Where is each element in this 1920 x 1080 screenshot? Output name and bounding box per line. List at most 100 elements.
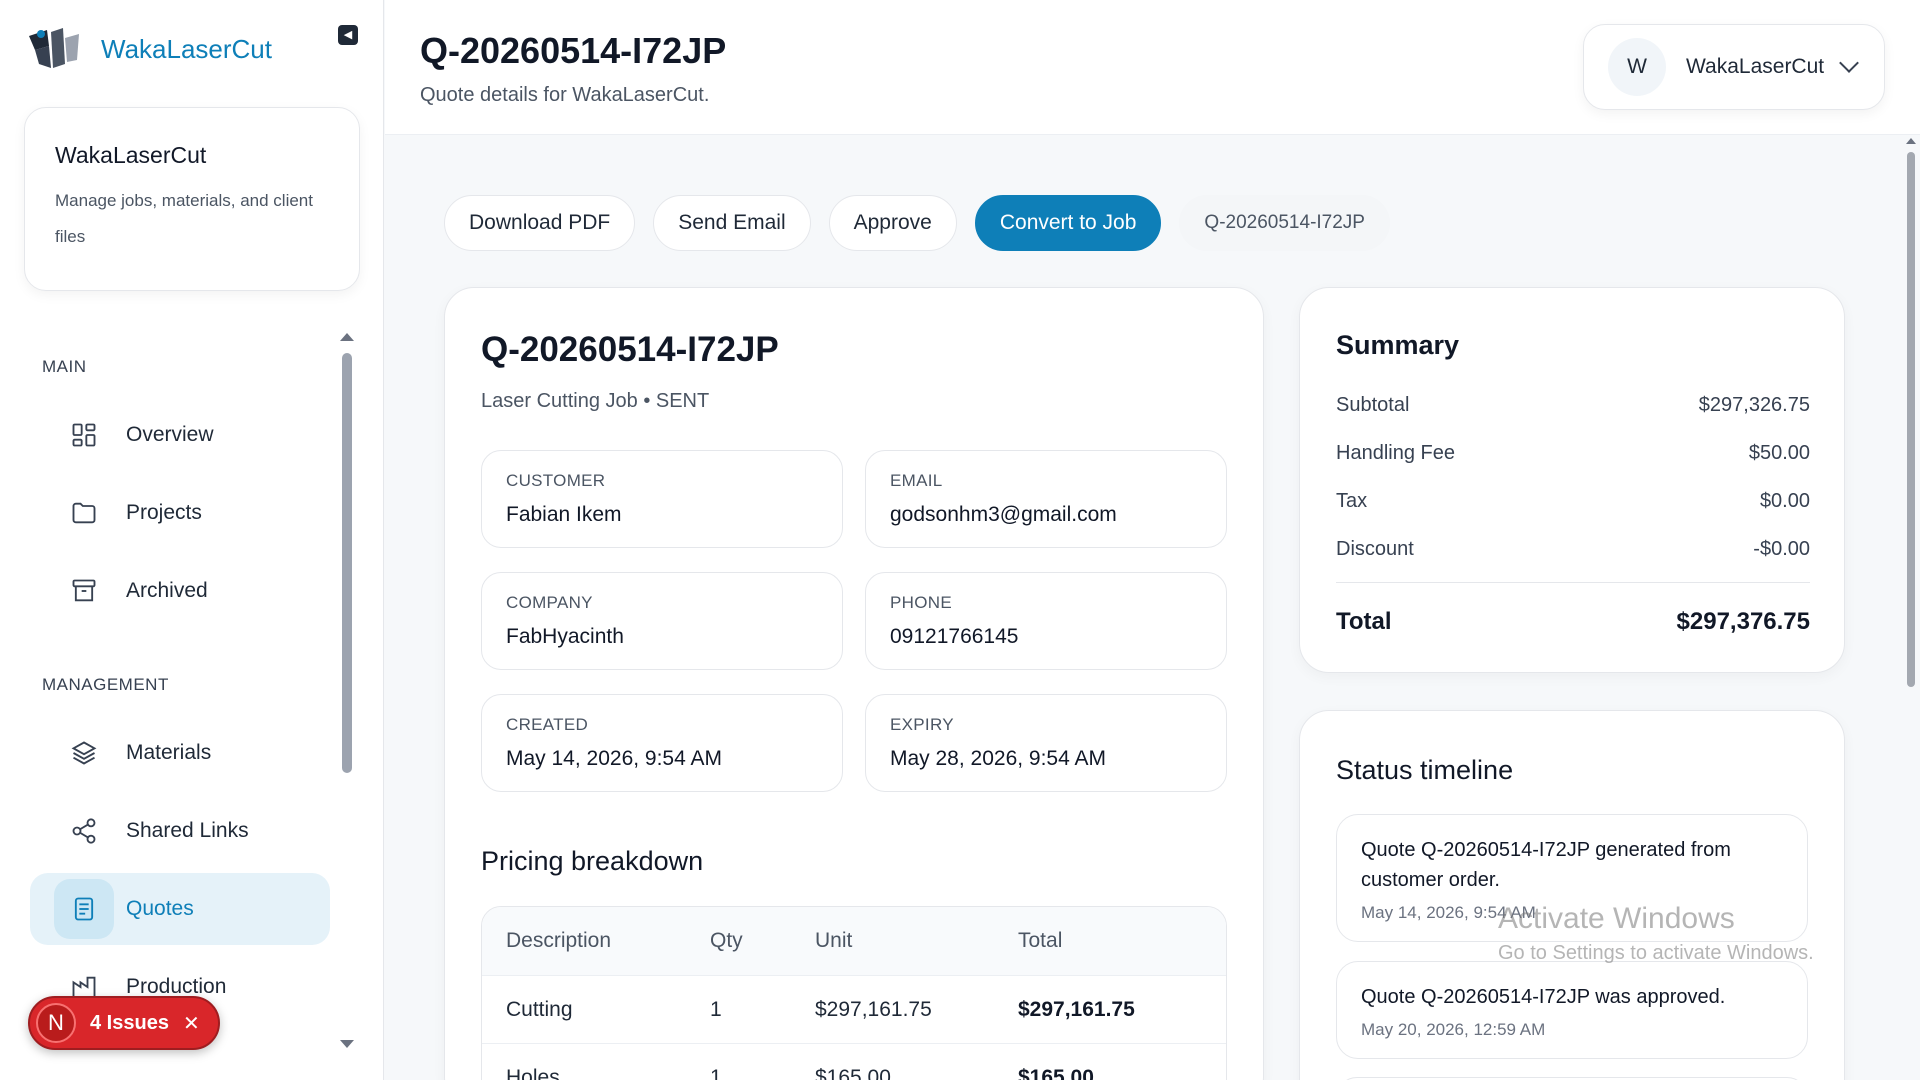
summary-value: -$0.00: [1753, 538, 1810, 560]
field-value: May 14, 2026, 9:54 AM: [506, 747, 722, 770]
email-field: EMAIL godsonhm3@gmail.com: [865, 450, 1227, 548]
chevron-down-icon: [1839, 53, 1860, 73]
pricing-title: Pricing breakdown: [481, 846, 704, 876]
layers-icon: [54, 723, 114, 783]
close-icon[interactable]: ✕: [183, 1011, 200, 1036]
table-cell: $165.00: [1018, 1065, 1094, 1080]
expiry-field: EXPIRY May 28, 2026, 9:54 AM: [865, 694, 1227, 792]
table-row: Cutting 1 $297,161.75 $297,161.75: [482, 975, 1226, 1043]
table-cell: Holes: [506, 1065, 560, 1080]
summary-label: Discount: [1336, 538, 1414, 560]
user-name: WakaLaserCut: [1686, 55, 1825, 78]
status-timeline-card: Status timeline Quote Q-20260514-I72JP g…: [1299, 710, 1845, 1080]
brand[interactable]: WakaLaserCut: [25, 24, 272, 74]
sidebar-item-label: Archived: [126, 579, 208, 602]
archive-icon: [54, 561, 114, 621]
field-value: 09121766145: [890, 625, 1019, 648]
sidebar-scroll-up-icon[interactable]: [340, 333, 354, 341]
issues-count: 4 Issues: [90, 1011, 169, 1034]
total-label: Total: [1336, 608, 1392, 635]
share-icon: [54, 801, 114, 861]
summary-row-discount: Discount -$0.00: [1336, 538, 1810, 561]
brand-logo-icon: [29, 28, 79, 68]
windows-activation-watermark: Activate Windows Go to Settings to activ…: [1498, 902, 1814, 965]
total-value: $297,376.75: [1676, 608, 1810, 635]
brand-name: WakaLaserCut: [101, 33, 272, 64]
field-label: CREATED: [506, 715, 589, 734]
main-scrollbar[interactable]: [1907, 152, 1915, 687]
summary-row-subtotal: Subtotal $297,326.75: [1336, 394, 1810, 417]
timeline-text: Quote Q-20260514-I72JP generated from cu…: [1361, 839, 1731, 891]
field-value: godsonhm3@gmail.com: [890, 503, 1117, 526]
quote-title: Q-20260514-I72JP: [481, 330, 779, 369]
sidebar-item-label: Overview: [126, 423, 214, 446]
quote-card: Q-20260514-I72JP Laser Cutting Job • SEN…: [444, 287, 1264, 1080]
summary-value: $50.00: [1748, 442, 1810, 464]
main-scroll-up-icon[interactable]: [1906, 138, 1916, 144]
company-field: COMPANY FabHyacinth: [481, 572, 843, 670]
sidebar-item-label: Quotes: [126, 897, 194, 920]
column-header: Description: [506, 929, 612, 952]
field-label: CUSTOMER: [506, 471, 606, 490]
quote-subtitle: Laser Cutting Job • SENT: [481, 390, 710, 412]
field-label: EXPIRY: [890, 715, 954, 734]
nav-section-main: MAIN: [42, 357, 87, 376]
page-title: Q-20260514-I72JP: [420, 30, 727, 71]
column-header: Qty: [710, 929, 743, 952]
sidebar: WakaLaserCut ◀ WakaLaserCut Manage jobs,…: [0, 0, 384, 1080]
collapse-sidebar-icon[interactable]: ◀: [338, 25, 358, 45]
created-field: CREATED May 14, 2026, 9:54 AM: [481, 694, 843, 792]
table-cell: $297,161.75: [1018, 997, 1135, 1021]
summary-total: Total $297,376.75: [1336, 608, 1810, 636]
header: Q-20260514-I72JP Quote details for WakaL…: [385, 0, 1920, 135]
grid-icon: [54, 405, 114, 465]
sidebar-item-archived[interactable]: Archived: [30, 555, 330, 627]
phone-field: PHONE 09121766145: [865, 572, 1227, 670]
summary-divider: [1336, 582, 1810, 583]
field-value: Fabian Ikem: [506, 503, 622, 526]
table-row: Holes 1 $165.00 $165.00: [482, 1043, 1226, 1080]
send-email-button[interactable]: Send Email: [653, 195, 811, 251]
table-cell: $165.00: [815, 1065, 891, 1080]
watermark-line1: Activate Windows: [1498, 902, 1735, 935]
sidebar-item-label: Materials: [126, 741, 212, 764]
summary-label: Tax: [1336, 490, 1368, 512]
document-icon: [54, 879, 114, 939]
approve-button[interactable]: Approve: [828, 195, 957, 251]
summary-row-tax: Tax $0.00: [1336, 490, 1810, 513]
sidebar-item-projects[interactable]: Projects: [30, 477, 330, 549]
sidebar-scroll-down-icon[interactable]: [340, 1040, 354, 1048]
folder-icon: [54, 483, 114, 543]
timeline-item: Quote Q-20260514-I72JP was approved. May…: [1336, 961, 1808, 1059]
watermark-line2: Go to Settings to activate Windows.: [1498, 942, 1814, 964]
org-card: WakaLaserCut Manage jobs, materials, and…: [24, 107, 360, 291]
nav-section-management: MANAGEMENT: [42, 675, 169, 694]
user-menu[interactable]: W WakaLaserCut: [1583, 24, 1885, 110]
sidebar-item-shared-links[interactable]: Shared Links: [30, 795, 330, 867]
field-label: PHONE: [890, 593, 952, 612]
sidebar-item-overview[interactable]: Overview: [30, 399, 330, 471]
timeline-title: Status timeline: [1336, 755, 1514, 785]
convert-to-job-button[interactable]: Convert to Job: [974, 195, 1162, 251]
summary-card: Summary Subtotal $297,326.75 Handling Fe…: [1299, 287, 1845, 673]
timeline-text: Quote Q-20260514-I72JP was approved.: [1361, 986, 1726, 1008]
sidebar-item-label: Shared Links: [126, 819, 249, 842]
summary-row-handling-fee: Handling Fee $50.00: [1336, 442, 1810, 465]
table-cell: $297,161.75: [815, 997, 932, 1021]
summary-value: $297,326.75: [1698, 394, 1810, 416]
issues-badge[interactable]: N 4 Issues ✕: [28, 996, 220, 1050]
quote-actions: Download PDF Send Email Approve Convert …: [444, 195, 1408, 251]
sidebar-scrollbar[interactable]: [342, 353, 352, 773]
field-label: COMPANY: [506, 593, 593, 612]
timeline-time: May 20, 2026, 12:59 AM: [1361, 1020, 1546, 1039]
org-description: Manage jobs, materials, and client files: [55, 191, 313, 246]
download-pdf-button[interactable]: Download PDF: [444, 195, 636, 251]
sidebar-item-label: Projects: [126, 501, 202, 524]
sidebar-item-quotes[interactable]: Quotes: [30, 873, 330, 945]
summary-value: $0.00: [1759, 490, 1810, 512]
field-value: May 28, 2026, 9:54 AM: [890, 747, 1106, 770]
page-subtitle: Quote details for WakaLaserCut.: [420, 84, 710, 106]
sidebar-item-materials[interactable]: Materials: [30, 717, 330, 789]
quote-number-tag: Q-20260514-I72JP: [1179, 195, 1390, 251]
column-header: Total: [1018, 929, 1063, 952]
